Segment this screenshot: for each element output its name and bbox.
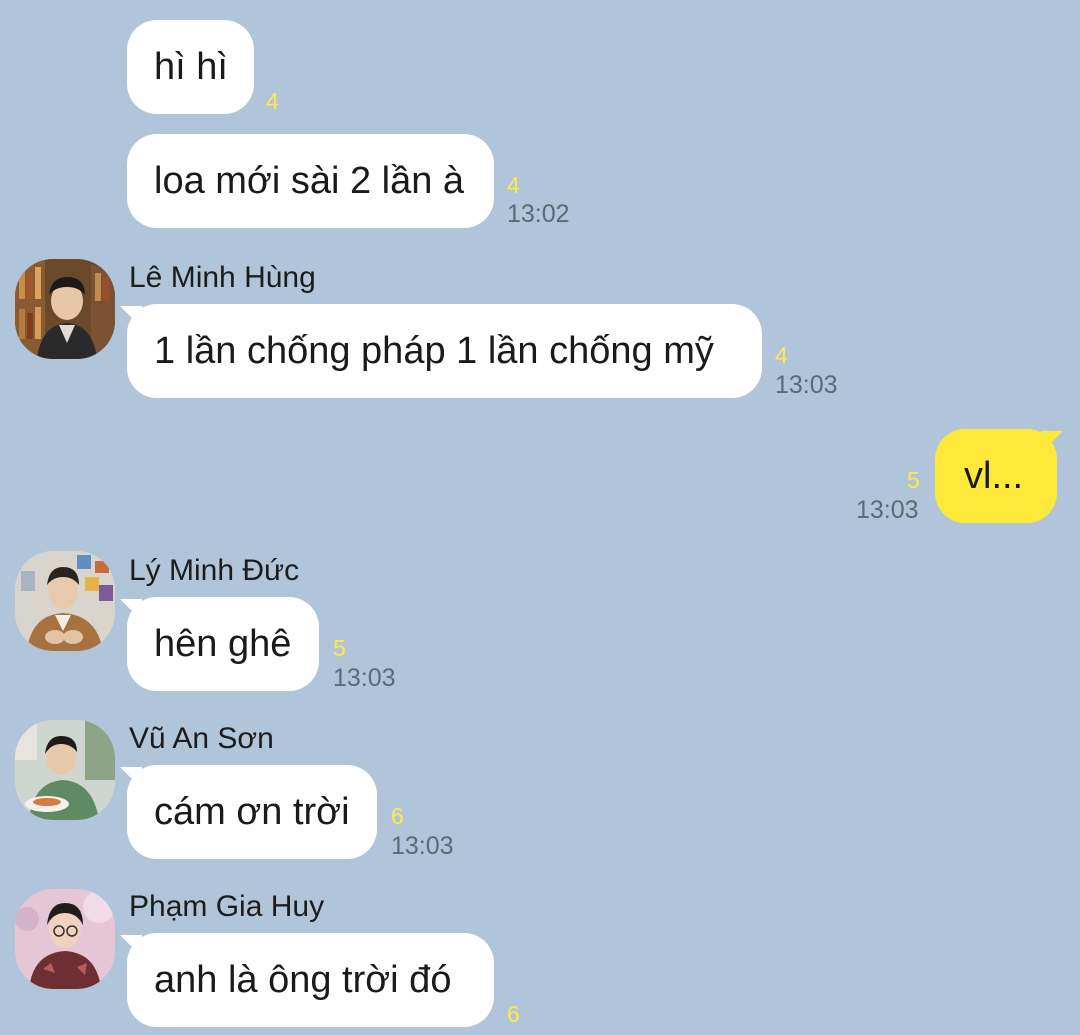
message-bubble[interactable]: hên ghê — [120, 597, 319, 691]
message-bubble[interactable]: hì hì — [127, 20, 254, 114]
message-bubble[interactable]: anh là ông trời đó — [120, 933, 494, 1027]
avatar-le-minh-hung[interactable] — [15, 259, 115, 359]
message-bubble[interactable]: cám ơn trời — [120, 765, 377, 859]
sender-name: Lý Minh Đức — [129, 554, 300, 587]
sender-name: Phạm Gia Huy — [129, 890, 325, 923]
sender-name: Vũ An Sơn — [129, 722, 274, 755]
avatar-ly-minh-duc[interactable] — [15, 551, 115, 651]
avatar-photo — [15, 551, 115, 651]
message-timestamp: 13:03 — [391, 832, 454, 860]
avatar-photo — [15, 259, 115, 359]
unread-count: 6 — [391, 803, 404, 829]
avatar-pham-gia-huy[interactable] — [15, 889, 115, 989]
unread-count: 5 — [333, 635, 346, 661]
unread-count: 6 — [507, 1001, 520, 1027]
message-timestamp: 13:03 — [856, 496, 919, 524]
message-timestamp: 13:03 — [775, 371, 838, 399]
message-bubble[interactable]: 1 lần chống pháp 1 lần chống mỹ — [120, 304, 762, 398]
avatar-photo — [15, 889, 115, 989]
avatar-photo — [15, 720, 115, 820]
unread-count: 5 — [907, 467, 920, 493]
chat-message-list[interactable]: hì hì 4 loa mới sài 2 lần à 4 13:02 Lê M… — [0, 0, 1080, 1035]
message-timestamp: 13:02 — [507, 200, 570, 228]
sender-name: Lê Minh Hùng — [129, 261, 316, 294]
my-message-bubble[interactable]: vl... — [935, 429, 1063, 523]
unread-count: 4 — [266, 88, 279, 114]
message-bubble[interactable]: loa mới sài 2 lần à — [127, 134, 494, 228]
avatar-vu-an-son[interactable] — [15, 720, 115, 820]
unread-count: 4 — [507, 172, 520, 198]
message-timestamp: 13:03 — [333, 664, 396, 692]
unread-count: 4 — [775, 342, 788, 368]
